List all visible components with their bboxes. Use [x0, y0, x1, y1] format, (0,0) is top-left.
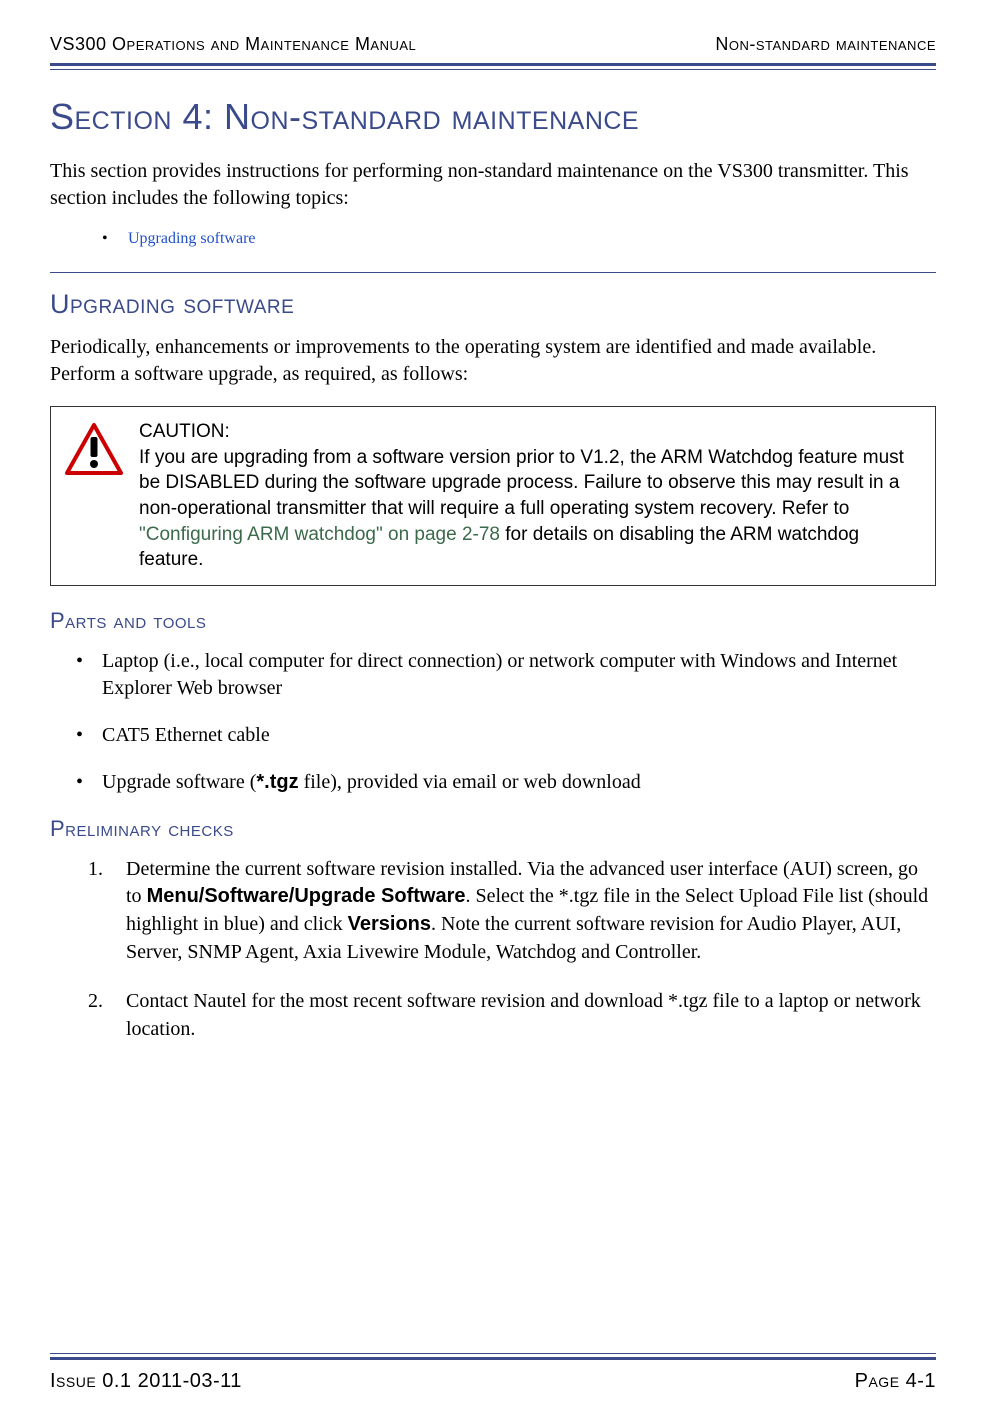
header-rule [50, 63, 936, 70]
list-item: Laptop (i.e., local computer for direct … [102, 648, 936, 702]
page-footer: Issue 0.1 2011-03-11 Page 4-1 [50, 1353, 936, 1393]
list-item: Upgrade software (*.tgz file), provided … [102, 769, 936, 796]
list-item: Contact Nautel for the most recent softw… [126, 988, 936, 1043]
caution-icon [65, 423, 123, 475]
section-divider [50, 272, 936, 273]
file-ext: *.tgz [256, 771, 298, 793]
list-item: Determine the current software revision … [126, 856, 936, 966]
header-left: VS300 Operations and Maintenance Manual [50, 34, 416, 55]
toc-link-upgrading-software[interactable]: Upgrading software [128, 230, 256, 247]
section-title: Section 4: Non-standard maintenance [50, 96, 936, 138]
header-right: Non-standard maintenance [715, 34, 936, 55]
caution-label: CAUTION: [139, 421, 230, 442]
heading-preliminary-checks: Preliminary checks [50, 816, 936, 842]
button-name: Versions [348, 913, 431, 935]
section-name: Non-standard maintenance [224, 96, 639, 137]
heading-upgrading-software: Upgrading software [50, 289, 936, 320]
upgrading-intro: Periodically, enhancements or improvemen… [50, 334, 936, 388]
caution-text: CAUTION: If you are upgrading from a sof… [139, 419, 921, 573]
caution-xref-link[interactable]: "Configuring ARM watchdog" on page 2-78 [139, 524, 500, 545]
footer-page-number: Page 4-1 [855, 1370, 936, 1393]
toc-item: Upgrading software [102, 230, 936, 248]
toc-list: Upgrading software [50, 230, 936, 248]
parts-list: Laptop (i.e., local computer for direct … [50, 648, 936, 796]
section-number: Section 4: [50, 96, 224, 137]
intro-paragraph: This section provides instructions for p… [50, 158, 936, 212]
heading-parts-and-tools: Parts and tools [50, 608, 936, 634]
list-item: CAT5 Ethernet cable [102, 722, 936, 749]
page-header: VS300 Operations and Maintenance Manual … [50, 34, 936, 63]
caution-body-before: If you are upgrading from a software ver… [139, 447, 904, 519]
preliminary-checks-list: Determine the current software revision … [50, 856, 936, 1044]
footer-rule [50, 1353, 936, 1360]
caution-box: CAUTION: If you are upgrading from a sof… [50, 406, 936, 586]
menu-path: Menu/Software/Upgrade Software [147, 885, 466, 907]
footer-issue-date: Issue 0.1 2011-03-11 [50, 1370, 242, 1393]
